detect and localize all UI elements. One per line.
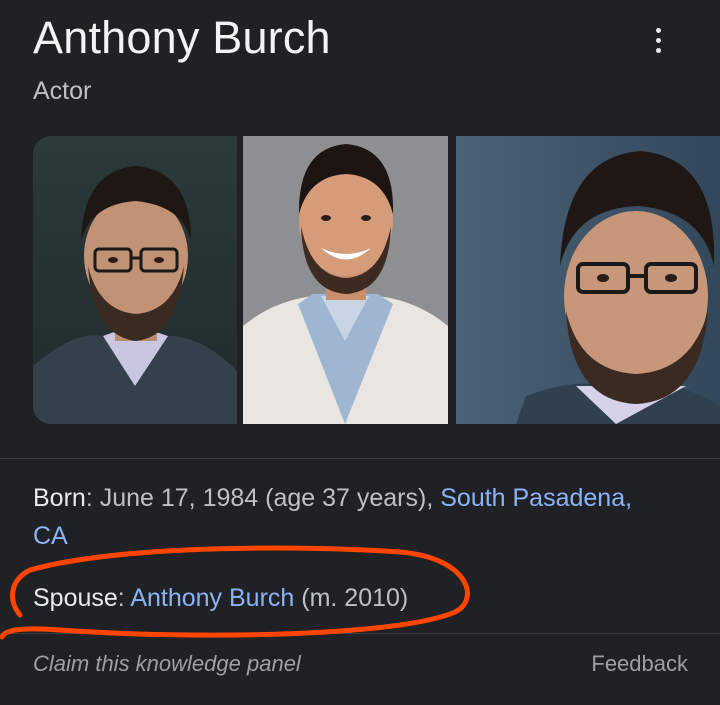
section-divider <box>0 458 720 459</box>
portrait-image-2 <box>243 136 448 424</box>
panel-subtitle: Actor <box>33 77 92 105</box>
more-dot <box>655 37 661 43</box>
fact-born-separator: : <box>85 484 100 512</box>
birthplace-link-line2: CA <box>33 522 68 550</box>
portrait-image-1 <box>33 136 237 424</box>
fact-born-value: June 17, 1984 (age 37 years), <box>99 484 441 512</box>
footer-divider <box>0 633 720 634</box>
feedback-link[interactable]: Feedback <box>591 651 688 677</box>
claim-panel-link[interactable]: Claim this knowledge panel <box>33 651 301 677</box>
panel-title: Anthony Burch <box>33 12 331 63</box>
knowledge-panel: Anthony Burch Actor Born: June 17, 1984 … <box>0 0 720 705</box>
photo-carousel <box>33 136 720 424</box>
more-dot <box>655 27 661 33</box>
fact-spouse-separator: : <box>117 584 131 612</box>
annotation-stroke-left <box>10 567 33 618</box>
fact-born-label: Born <box>33 484 86 512</box>
spouse-link[interactable]: Anthony Burch <box>130 584 294 612</box>
birthplace-link-line1: South Pasadena, <box>440 484 633 512</box>
more-vert-icon[interactable] <box>640 22 676 58</box>
fact-born: Born: June 17, 1984 (age 37 years), Sout… <box>33 479 703 555</box>
more-dot <box>655 47 661 53</box>
fact-spouse: Spouse: Anthony Burch (m. 2010) <box>33 579 703 617</box>
fact-spouse-suffix: (m. 2010) <box>294 584 409 612</box>
photo-thumbnail-1[interactable] <box>33 136 237 424</box>
fact-spouse-label: Spouse <box>33 584 118 612</box>
portrait-image-3 <box>456 136 720 424</box>
photo-thumbnail-3[interactable] <box>456 136 720 424</box>
photo-thumbnail-2[interactable] <box>243 136 448 424</box>
